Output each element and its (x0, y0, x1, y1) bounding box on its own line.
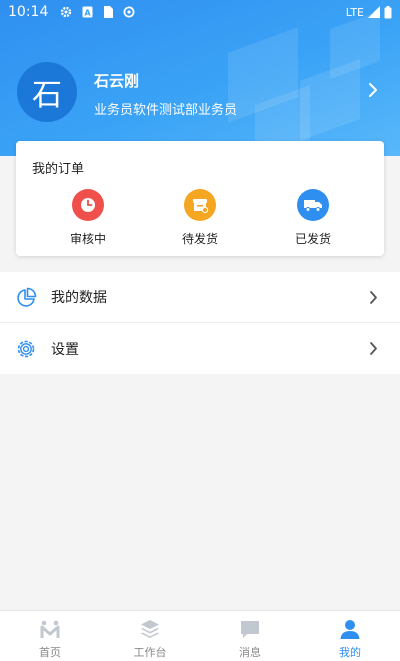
bottom-tab-bar: 首页 工作台 消息 我的 (0, 610, 400, 661)
user-role: 业务员软件测试部业务员 (94, 103, 238, 118)
status-bar: 10:14 A LTE (0, 0, 400, 24)
battery-icon (384, 5, 392, 18)
menu-label: 设置 (51, 341, 79, 358)
order-under-review[interactable]: 审核中 (48, 189, 128, 247)
settings-status-icon (61, 6, 72, 18)
orders-title: 我的订单 (32, 162, 85, 177)
sim-status-icon (104, 6, 114, 18)
status-time: 10:14 (8, 4, 49, 20)
chevron-right-icon (370, 342, 377, 355)
layers-icon (141, 620, 159, 638)
profile-header: 10:14 A LTE 石 石云刚 业务员软件测试部业务员 (0, 0, 400, 156)
gear-icon (17, 340, 35, 358)
home-icon (40, 620, 60, 638)
avatar: 石 (17, 62, 77, 122)
network-type: LTE (345, 5, 364, 19)
order-label: 已发货 (294, 232, 331, 246)
user-icon (340, 620, 360, 639)
order-shipped[interactable]: 已发货 (273, 189, 353, 247)
tab-messages[interactable]: 消息 (200, 611, 300, 661)
tab-label: 我的 (339, 646, 361, 659)
order-pending-shipment[interactable]: 待发货 (160, 189, 240, 247)
clock-icon (72, 189, 104, 221)
app-status-icon: A (82, 6, 93, 18)
profile-row[interactable]: 石 石云刚 业务员软件测试部业务员 (0, 58, 400, 128)
tab-label: 消息 (239, 646, 261, 659)
message-icon (241, 621, 259, 638)
order-label: 审核中 (69, 232, 106, 246)
tab-home[interactable]: 首页 (0, 611, 100, 661)
my-orders-card: 我的订单 审核中 待发货 已发货 (16, 141, 384, 256)
truck-icon (297, 189, 329, 221)
signal-icon (368, 6, 380, 18)
chevron-right-icon[interactable] (368, 82, 378, 98)
tab-label: 首页 (39, 646, 61, 659)
sync-status-icon (123, 6, 135, 18)
order-label: 待发货 (181, 232, 218, 246)
svg-text:A: A (85, 9, 92, 18)
package-icon (184, 189, 216, 221)
user-name: 石云刚 (94, 72, 140, 90)
menu-label: 我的数据 (51, 290, 107, 306)
tab-mine[interactable]: 我的 (300, 611, 400, 661)
tab-label: 工作台 (133, 646, 167, 659)
pie-chart-icon (17, 287, 37, 307)
tab-workbench[interactable]: 工作台 (100, 611, 200, 661)
menu-item-settings[interactable]: 设置 (0, 323, 400, 374)
chevron-right-icon (370, 291, 377, 304)
menu-list: 我的数据 设置 (0, 272, 400, 374)
menu-item-my-data[interactable]: 我的数据 (0, 272, 400, 323)
